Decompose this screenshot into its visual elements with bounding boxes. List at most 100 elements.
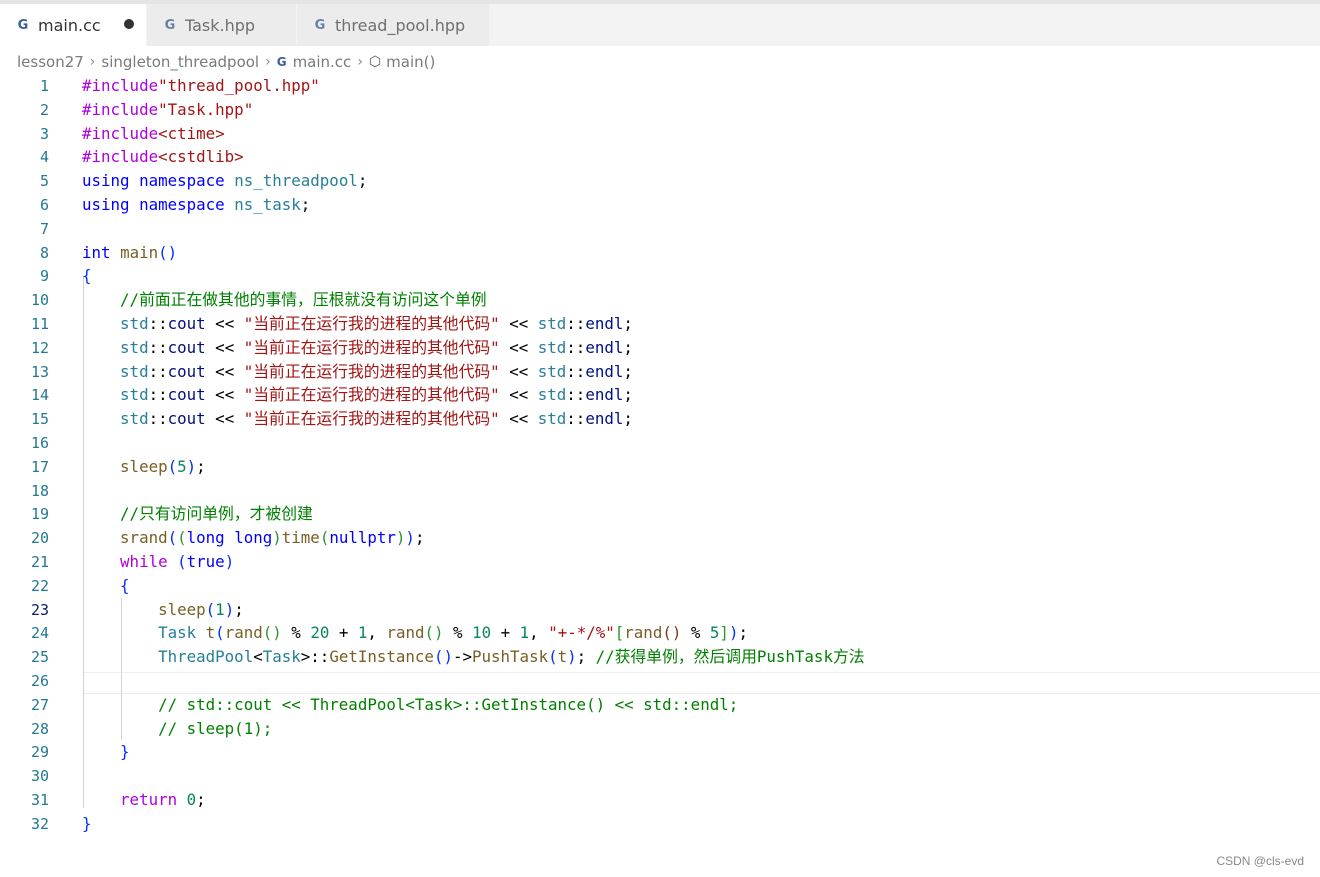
code-text: std::cout << "当前正在运行我的进程的其他代码" << std::e… [120, 385, 633, 405]
unsaved-dot-icon[interactable] [124, 19, 134, 29]
line-number: 15 [30, 410, 49, 429]
code-line[interactable]: 13 std::cout << "当前正在运行我的进程的其他代码" << std… [0, 360, 1320, 384]
code-text: //只有访问单例，才被创建 [120, 504, 313, 524]
code-text: return 0; [120, 790, 206, 809]
line-number: 11 [30, 315, 49, 333]
code-line[interactable]: 25 ThreadPool<Task>::GetInstance()->Push… [0, 645, 1320, 669]
code-line[interactable]: 20 srand((long long)time(nullptr)); [0, 526, 1320, 550]
code-text: std::cout << "当前正在运行我的进程的其他代码" << std::e… [120, 361, 633, 381]
code-text: // sleep(1); [158, 718, 273, 738]
breadcrumb-item-subfolder[interactable]: singleton_threadpool [101, 53, 259, 71]
tab-thread-pool-hpp[interactable]: G thread_pool.hpp [297, 4, 489, 46]
code-line[interactable]: 28 // sleep(1); [0, 717, 1320, 741]
code-text: #include<ctime> [82, 123, 225, 143]
code-line[interactable]: 9{ [0, 264, 1320, 288]
code-line[interactable]: 18 [0, 479, 1320, 503]
code-line[interactable]: 6 using namespace ns_task; [0, 193, 1320, 217]
code-text: // std::cout << ThreadPool<Task>::GetIns… [158, 694, 739, 714]
line-number: 9 [39, 267, 49, 286]
code-line[interactable]: 26 [0, 669, 1320, 693]
code-line[interactable]: 11 std::cout << "当前正在运行我的进程的其他代码" << std… [0, 312, 1320, 336]
code-line[interactable]: 23 sleep(1); [0, 598, 1320, 622]
chevron-right-icon: › [89, 54, 96, 70]
code-line[interactable]: 29 } [0, 740, 1320, 764]
code-line[interactable]: 7 [0, 217, 1320, 241]
code-line[interactable]: 17 sleep(5); [0, 455, 1320, 479]
editor-tab-bar: G main.cc G Task.hpp G thread_pool.hpp [0, 0, 1320, 46]
code-text: while (true) [120, 552, 235, 571]
line-number: 6 [39, 196, 49, 214]
cube-icon: ⬡ [368, 54, 382, 70]
breadcrumb-item-folder[interactable]: lesson27 [17, 53, 84, 71]
code-line[interactable]: 10 //前面正在做其他的事情，压根就没有访问这个单例 [0, 288, 1320, 312]
line-number: 28 [30, 719, 49, 738]
code-text: Task t(rand() % 20 + 1, rand() % 10 + 1,… [158, 623, 748, 643]
line-number: 14 [30, 386, 49, 405]
code-text: { [82, 266, 92, 286]
line-number: 22 [30, 576, 49, 595]
code-line[interactable]: 21 while (true) [0, 550, 1320, 574]
code-line[interactable]: 32} [0, 812, 1320, 836]
code-text: std::cout << "当前正在运行我的进程的其他代码" << std::e… [120, 409, 633, 429]
code-line[interactable]: 15 std::cout << "当前正在运行我的进程的其他代码" << std… [0, 407, 1320, 431]
line-number: 27 [30, 695, 49, 714]
tab-main-cc[interactable]: G main.cc [0, 4, 146, 46]
code-text: //前面正在做其他的事情，压根就没有访问这个单例 [120, 290, 487, 310]
code-line[interactable]: 19 //只有访问单例，才被创建 [0, 502, 1320, 526]
code-line[interactable]: 22 { [0, 574, 1320, 598]
code-line[interactable]: 16 [0, 431, 1320, 455]
code-line[interactable]: 31 return 0; [0, 788, 1320, 812]
line-number: 1 [39, 77, 49, 95]
tab-label: main.cc [38, 15, 101, 35]
breadcrumb-item-symbol[interactable]: main() [386, 53, 435, 71]
code-line[interactable]: 5 using namespace ns_threadpool; [0, 169, 1320, 193]
code-line[interactable]: 14 std::cout << "当前正在运行我的进程的其他代码" << std… [0, 383, 1320, 407]
code-line[interactable]: 8 int main() [0, 241, 1320, 265]
tab-label: Task.hpp [185, 15, 256, 35]
line-number: 5 [39, 172, 49, 191]
code-text: sleep(5); [120, 456, 206, 476]
chevron-right-icon: › [357, 54, 363, 70]
line-number: 23 [30, 600, 49, 619]
code-text: sleep(1); [158, 599, 244, 619]
code-line[interactable]: 2 #include"Task.hpp" [0, 98, 1320, 122]
watermark: CSDN @cls-evd [1216, 854, 1304, 868]
cpp-file-icon: G [17, 17, 29, 33]
code-text: } [82, 813, 92, 833]
line-number: 3 [39, 124, 49, 143]
line-number: 8 [39, 243, 49, 262]
line-number: 20 [30, 529, 49, 548]
line-number: 10 [30, 291, 49, 310]
line-number: 12 [30, 338, 49, 357]
breadcrumb-item-file[interactable]: main.cc [293, 53, 352, 71]
line-number: 25 [30, 648, 49, 667]
code-text: using namespace ns_threadpool; [82, 171, 368, 191]
code-line[interactable]: 24 Task t(rand() % 20 + 1, rand() % 10 +… [0, 621, 1320, 645]
tab-task-hpp[interactable]: G Task.hpp [147, 4, 296, 46]
code-text: } [120, 742, 130, 762]
line-number: 2 [39, 100, 49, 119]
code-line[interactable]: 27 // std::cout << ThreadPool<Task>::Get… [0, 693, 1320, 717]
line-number: 7 [39, 219, 49, 238]
line-number: 21 [30, 553, 49, 571]
code-text: { [120, 575, 130, 595]
line-number: 32 [30, 814, 49, 833]
line-number: 29 [30, 743, 49, 762]
code-line[interactable]: 4 #include<cstdlib> [0, 145, 1320, 169]
line-number: 13 [30, 362, 49, 381]
line-number: 31 [30, 791, 49, 809]
tab-label: thread_pool.hpp [335, 15, 466, 35]
code-text: srand((long long)time(nullptr)); [120, 528, 425, 548]
code-line[interactable]: 30 [0, 764, 1320, 788]
code-text: using namespace ns_task; [82, 195, 311, 214]
code-line[interactable]: 3 #include<ctime> [0, 122, 1320, 146]
code-text: #include"Task.hpp" [82, 99, 254, 119]
cpp-file-icon: G [276, 55, 287, 69]
code-text: int main() [82, 242, 178, 262]
code-line[interactable]: 12 std::cout << "当前正在运行我的进程的其他代码" << std… [0, 336, 1320, 360]
code-text: ThreadPool<Task>::GetInstance()->PushTas… [158, 647, 865, 667]
code-text: #include<cstdlib> [82, 147, 244, 167]
line-number: 24 [30, 624, 49, 643]
line-number: 18 [30, 481, 49, 500]
code-line[interactable]: 1 #include"thread_pool.hpp" [0, 74, 1320, 98]
